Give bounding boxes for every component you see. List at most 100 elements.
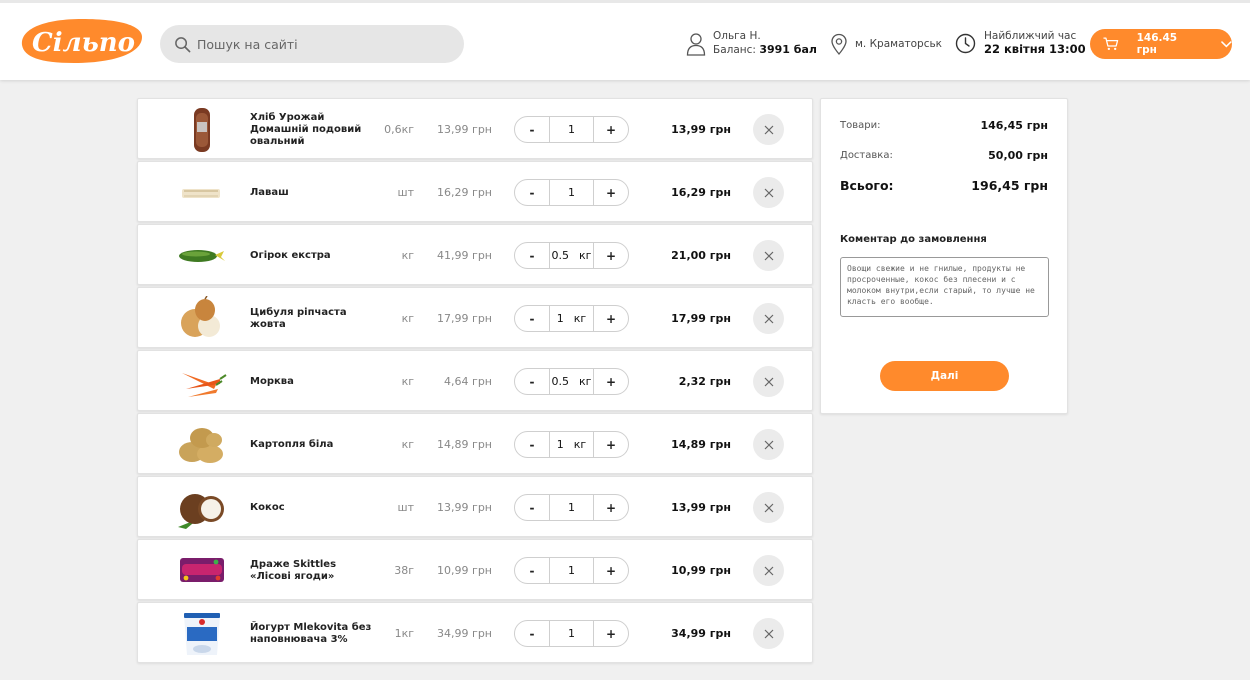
cart-item: Морква кг 4,64 грн - 0.5 кг + 2,32 грн (137, 350, 813, 411)
item-price: 13,99 грн (437, 123, 492, 136)
quantity-value[interactable]: 1 (549, 495, 594, 520)
cart-item: Драже Skittles «Лісові ягоди» 38г 10,99 … (137, 539, 813, 600)
item-name: Кокос (250, 501, 285, 513)
location-selector[interactable]: м. Краматорськ (830, 33, 942, 55)
increase-button[interactable]: + (594, 621, 628, 646)
item-name: Хліб Урожай Домашній подовий овальний (250, 111, 362, 147)
location-text: м. Краматорськ (855, 38, 943, 50)
search-input[interactable] (197, 36, 437, 52)
quantity-number: 1 (556, 438, 564, 451)
location-pin-icon (831, 33, 847, 55)
quantity-value[interactable]: 1 (549, 621, 594, 646)
user-account[interactable]: Ольга Н. Баланс: 3991 бал (686, 30, 817, 57)
cart-button[interactable]: 146.45 грн (1090, 29, 1232, 59)
increase-button[interactable]: + (594, 243, 628, 268)
item-name: Драже Skittles «Лісові ягоди» (250, 558, 337, 582)
chevron-down-icon (1221, 40, 1232, 48)
quantity-unit: кг (579, 249, 592, 262)
quantity-stepper: - 1 + (514, 116, 629, 143)
search-bar[interactable] (160, 25, 464, 63)
quantity-stepper: - 0.5 кг + (514, 368, 629, 395)
cart-item: Лаваш шт 16,29 грн - 1 + 16,29 грн (137, 161, 813, 222)
close-icon (764, 251, 773, 260)
remove-item-button[interactable] (753, 240, 784, 271)
quantity-value[interactable]: 1 кг (549, 306, 594, 331)
item-name: Лаваш (250, 186, 289, 198)
item-price: 10,99 грн (437, 564, 492, 577)
order-comment-field[interactable]: Овощи свежие и не гнилые, продукты не пр… (840, 257, 1049, 317)
remove-item-button[interactable] (753, 555, 784, 586)
delivery-value: 50,00 грн (988, 149, 1048, 162)
decrease-button[interactable]: - (515, 306, 549, 331)
bread-icon (176, 107, 228, 153)
grand-total-row: Всього: 196,45 грн (840, 178, 1048, 193)
quantity-value[interactable]: 0.5 кг (549, 243, 594, 268)
remove-item-button[interactable] (753, 114, 784, 145)
item-total: 21,00 грн (671, 249, 731, 262)
quantity-value[interactable]: 0.5 кг (549, 369, 594, 394)
quantity-stepper: - 1 + (514, 557, 629, 584)
item-price: 14,89 грн (437, 438, 492, 451)
quantity-value[interactable]: 1 (549, 117, 594, 142)
delivery-row: Доставка: 50,00 грн (840, 149, 1048, 162)
increase-button[interactable]: + (594, 495, 628, 520)
increase-button[interactable]: + (594, 306, 628, 331)
item-name: Морква (250, 375, 294, 387)
increase-button[interactable]: + (594, 117, 628, 142)
decrease-button[interactable]: - (515, 243, 549, 268)
next-button[interactable]: Далі (880, 361, 1009, 391)
cart-icon (1103, 37, 1119, 51)
quantity-unit: кг (573, 312, 587, 325)
grand-total-label: Всього: (840, 178, 894, 193)
decrease-button[interactable]: - (515, 495, 549, 520)
remove-item-button[interactable] (753, 303, 784, 334)
item-price: 4,64 грн (444, 375, 492, 388)
order-summary: Товари: 146,45 грн Доставка: 50,00 грн В… (820, 98, 1068, 414)
remove-item-button[interactable] (753, 618, 784, 649)
decrease-button[interactable]: - (515, 117, 549, 142)
item-name: Картопля біла (250, 438, 334, 450)
decrease-button[interactable]: - (515, 432, 549, 457)
decrease-button[interactable]: - (515, 180, 549, 205)
increase-button[interactable]: + (594, 558, 628, 583)
decrease-button[interactable]: - (515, 369, 549, 394)
increase-button[interactable]: + (594, 432, 628, 457)
quantity-stepper: - 1 + (514, 179, 629, 206)
close-icon (764, 314, 773, 323)
increase-button[interactable]: + (594, 369, 628, 394)
user-icon (686, 32, 706, 56)
quantity-value[interactable]: 1 (549, 180, 594, 205)
item-total: 13,99 грн (671, 123, 731, 136)
quantity-value[interactable]: 1 кг (549, 432, 594, 457)
remove-item-button[interactable] (753, 492, 784, 523)
coconut-icon (176, 485, 228, 531)
decrease-button[interactable]: - (515, 558, 549, 583)
quantity-stepper: - 1 кг + (514, 305, 629, 332)
delivery-label: Доставка: (840, 150, 893, 161)
item-total: 34,99 грн (671, 627, 731, 640)
header: Сільпо Ольга Н. Баланс: 3991 бал м. Крам… (0, 0, 1250, 80)
remove-item-button[interactable] (753, 366, 784, 397)
silpo-logo[interactable]: Сільпо (14, 15, 146, 67)
quantity-number: 1 (568, 186, 575, 199)
increase-button[interactable]: + (594, 180, 628, 205)
cart-item: Огірок екстра кг 41,99 грн - 0.5 кг + 21,… (137, 224, 813, 285)
quantity-stepper: - 1 кг + (514, 431, 629, 458)
quantity-stepper: - 1 + (514, 494, 629, 521)
item-unit: 38г (394, 564, 414, 577)
search-icon (175, 36, 191, 52)
carrot-icon (176, 359, 228, 405)
item-name: Цибуля ріпчаста жовта (250, 306, 347, 330)
remove-item-button[interactable] (753, 429, 784, 460)
quantity-value[interactable]: 1 (549, 558, 594, 583)
lavash-icon (176, 170, 228, 216)
yogurt-icon (176, 611, 228, 657)
decrease-button[interactable]: - (515, 621, 549, 646)
close-icon (764, 566, 773, 575)
item-unit: кг (401, 375, 414, 388)
close-icon (764, 440, 773, 449)
delivery-time-selector[interactable]: Найближчий час 22 квітня 13:00 (955, 30, 1086, 56)
cart-item: Картопля біла кг 14,89 грн - 1 кг + 14,89… (137, 413, 813, 474)
onion-icon (176, 296, 228, 342)
remove-item-button[interactable] (753, 177, 784, 208)
